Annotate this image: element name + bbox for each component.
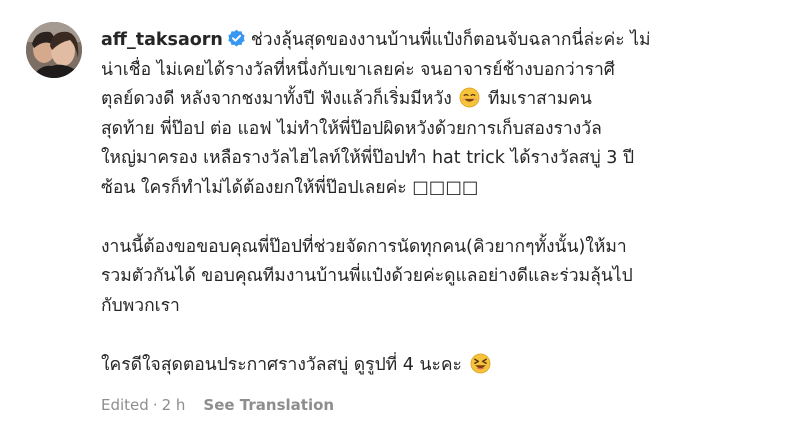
verified-badge-icon [228, 29, 245, 47]
username-link[interactable]: aff_taksaorn [101, 30, 223, 50]
comment-text-line: กับพวกเรา [101, 295, 180, 316]
comment-text-line: ใหญ่มาครอง เหลือรางวัลไฮไลท์ให้พี่ป๊อปทำ… [101, 148, 635, 168]
comment-text-line: งานนี้ต้องขอขอบคุณพี่ป๊อปที่ช่วยจัดการนั… [101, 236, 627, 257]
comment-body: aff_taksaorn ช่วงลุ้นสุดของงานบ้านพี่แป๋… [101, 26, 773, 380]
comment-text-line: ตุลย์ดวงดี หลังจากชงมาทั้งปี ฟังแล้วก็เร… [101, 89, 452, 109]
comment-text-line: รวมตัวกันได้ ขอบคุณทีมงานบ้านพี่แป๋งด้วย… [101, 266, 633, 286]
edited-label: Edited [101, 396, 149, 414]
avatar[interactable] [26, 22, 82, 78]
see-translation-button[interactable]: See Translation [203, 396, 334, 414]
comment-text-line: ทีมเราสามคน [487, 89, 592, 109]
comment-text-line: สุดท้าย พี่ป๊อป ต่อ แอฟ ไม่ทำให้พี่ป๊อปผ… [101, 118, 602, 139]
smiling-face-emoji-icon [459, 87, 480, 108]
timestamp[interactable]: 2 h [162, 396, 186, 414]
comment-text-line: ซ้อน ใครก็ทำไม่ได้ต้องยกให้พี่ป๊อปเลยค่ะ… [101, 177, 479, 198]
comment-text-line: น่าเชื่อ ไม่เคยได้รางวัลที่หนึ่งกับเขาเล… [101, 59, 615, 80]
avatar-photo [26, 22, 82, 78]
comment-text-line: ใครดีใจสุดตอนประกาศรางวัลสบู่ ดูรูปที่ 4… [101, 354, 462, 375]
comment: aff_taksaorn ช่วงลุ้นสุดของงานบ้านพี่แป๋… [0, 0, 800, 440]
meta-separator: · [152, 396, 158, 414]
laughing-squint-emoji-icon [470, 353, 490, 373]
comment-text-line: ช่วงลุ้นสุดของงานบ้านพี่แป๋งก็ตอนจับฉลาก… [250, 30, 651, 50]
comment-meta: Edited · 2 h See Translation [101, 396, 338, 414]
